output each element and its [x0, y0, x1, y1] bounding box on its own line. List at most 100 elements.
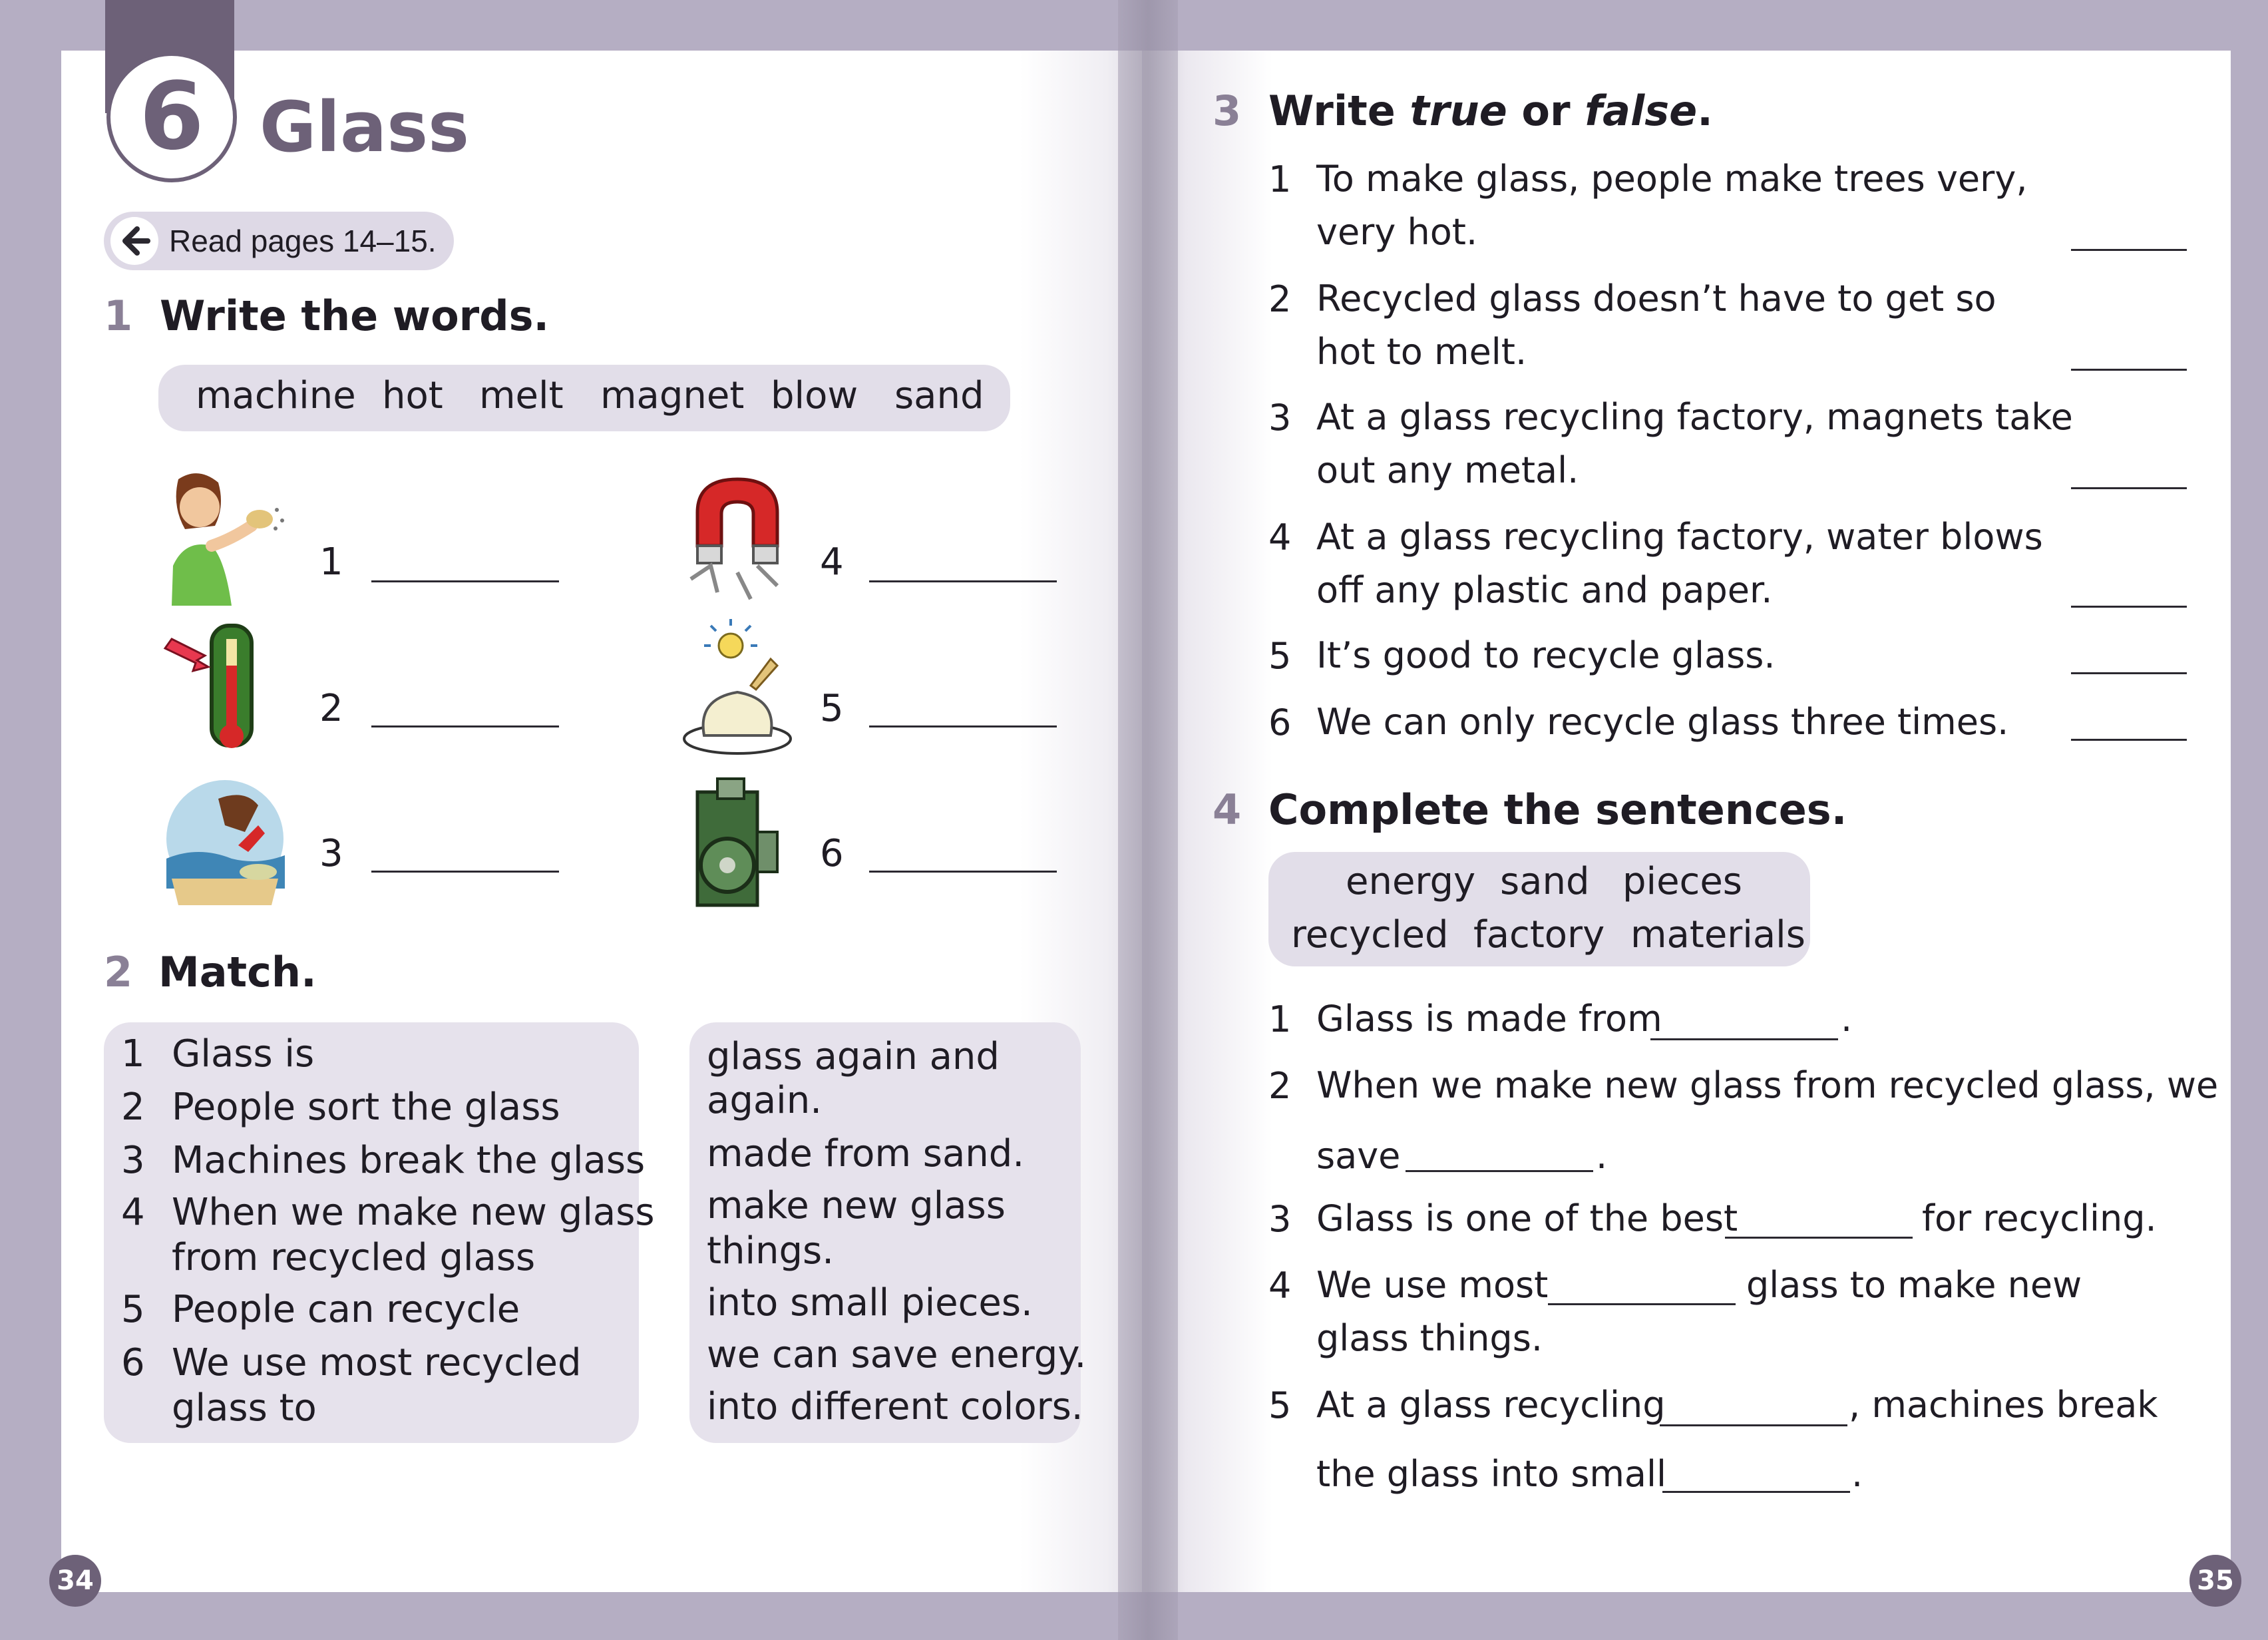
chapter-number: 6: [139, 63, 204, 171]
word-bank-item: recycled: [1291, 913, 1449, 956]
book-gutter: [1118, 0, 1178, 1640]
word-bank-item: magnet: [600, 374, 745, 417]
answer-blank[interactable]: [1406, 1170, 1593, 1172]
match-left-number: 2: [121, 1086, 145, 1129]
match-left-line: People can recycle: [172, 1288, 520, 1331]
match-right-line: into small pieces.: [707, 1281, 1033, 1325]
chapter-title: Glass: [260, 87, 469, 168]
thermometer-icon: [158, 619, 291, 759]
match-right-line: again.: [707, 1079, 823, 1122]
match-left-number: 3: [121, 1139, 145, 1182]
answer-blank[interactable]: [869, 725, 1057, 727]
item-number: 3: [1268, 1198, 1292, 1240]
sentence-text: Glass is made from: [1316, 998, 1662, 1040]
sentence-text: .: [1841, 998, 1853, 1040]
item-number: 6: [820, 832, 844, 875]
magnet-icon: [671, 466, 804, 606]
answer-blank[interactable]: [1650, 1038, 1838, 1040]
word-bank-item: pieces: [1622, 860, 1742, 903]
exercise-3-title: Write true or false.: [1268, 87, 1713, 135]
exercise-4-number: 4: [1213, 785, 1242, 834]
answer-blank[interactable]: [2071, 249, 2187, 251]
exercise-1-number: 1: [104, 292, 133, 340]
melting-sun-icon: [671, 619, 804, 759]
page-number-right: 35: [2189, 1555, 2241, 1607]
book-spread: 6 Glass Read pages 14–15. 1 Write the wo…: [0, 0, 2268, 1640]
sentence-text: , machines break: [1849, 1384, 2158, 1426]
match-left-line: We use most recycled: [172, 1341, 582, 1384]
sentence-text: We use most: [1316, 1264, 1549, 1306]
statement-line: It’s good to recycle glass.: [1316, 634, 1776, 676]
answer-blank[interactable]: [1725, 1237, 1913, 1239]
item-number: 1: [1268, 998, 1292, 1040]
statement-line: At a glass recycling factory, magnets ta…: [1316, 396, 2073, 438]
answer-blank[interactable]: [2071, 369, 2187, 371]
item-number: 5: [1268, 635, 1292, 677]
item-number: 3: [1268, 397, 1292, 439]
item-number: 2: [319, 687, 343, 730]
match-right-line: glass again and: [707, 1035, 1000, 1078]
sentence-text: for recycling.: [1922, 1197, 2157, 1239]
sentence-text: .: [1596, 1135, 1608, 1177]
sentence-text: .: [1851, 1453, 1863, 1495]
answer-blank[interactable]: [1548, 1303, 1736, 1305]
match-left-line: Machines break the glass: [172, 1139, 646, 1182]
statement-line: very hot.: [1316, 211, 1478, 253]
back-arrow-icon: [110, 217, 158, 265]
page-number-left: 34: [49, 1555, 101, 1607]
answer-blank[interactable]: [2071, 606, 2187, 608]
item-number: 5: [1268, 1384, 1292, 1426]
match-right-line: we can save energy.: [707, 1333, 1087, 1376]
answer-blank[interactable]: [869, 580, 1057, 582]
sentence-text: the glass into small: [1316, 1453, 1667, 1495]
read-pages-pill: Read pages 14–15.: [104, 212, 454, 270]
word-bank-item: sand: [1500, 860, 1590, 903]
statement-line: We can only recycle glass three times.: [1316, 701, 2009, 743]
sentence-text: glass to make new: [1746, 1264, 2082, 1306]
item-number: 2: [1268, 1065, 1292, 1107]
statement-line: out any metal.: [1316, 449, 1579, 491]
item-number: 4: [1268, 516, 1292, 558]
item-number: 6: [1268, 702, 1292, 743]
answer-blank[interactable]: [371, 580, 559, 582]
match-right-line: into different colors.: [707, 1385, 1083, 1428]
word-bank-item: melt: [479, 374, 564, 417]
sentence-text: save: [1316, 1135, 1401, 1177]
girl-blowing-sand-icon: [158, 466, 291, 606]
match-left-number: 6: [121, 1341, 145, 1384]
exercise-2-title: Match.: [158, 948, 317, 996]
item-number: 1: [319, 540, 343, 584]
answer-blank[interactable]: [2071, 487, 2187, 489]
answer-blank[interactable]: [371, 871, 559, 873]
word-bank-item: machine: [196, 374, 356, 417]
sentence-text: Glass is one of the best: [1316, 1197, 1738, 1239]
statement-line: Recycled glass doesn’t have to get so: [1316, 278, 1996, 319]
match-left-number: 5: [121, 1288, 145, 1331]
answer-blank[interactable]: [371, 725, 559, 727]
exercise-4-title: Complete the sentences.: [1268, 785, 1847, 834]
sentence-text: At a glass recycling: [1316, 1384, 1666, 1426]
read-pages-text: Read pages 14–15.: [169, 224, 437, 258]
item-number: 5: [820, 687, 844, 730]
sentence-text: glass things.: [1316, 1317, 1543, 1359]
match-left-line: When we make new glass: [172, 1191, 655, 1234]
match-left-line: glass to: [172, 1386, 317, 1430]
answer-blank[interactable]: [1660, 1424, 1847, 1426]
word-bank-item: sand: [894, 374, 984, 417]
item-number: 3: [319, 832, 343, 875]
statement-line: off any plastic and paper.: [1316, 569, 1773, 611]
item-number: 4: [820, 540, 844, 584]
match-left-number: 1: [121, 1032, 145, 1076]
match-left-line: People sort the glass: [172, 1086, 560, 1129]
exercise-3-number: 3: [1213, 87, 1242, 135]
match-right-line: things.: [707, 1229, 835, 1273]
statement-line: To make glass, people make trees very,: [1316, 158, 2028, 200]
answer-blank[interactable]: [2071, 739, 2187, 741]
match-left-line: Glass is: [172, 1032, 315, 1076]
answer-blank[interactable]: [1662, 1491, 1850, 1493]
answer-blank[interactable]: [869, 871, 1057, 873]
answer-blank[interactable]: [2071, 672, 2187, 674]
match-left-line: from recycled glass: [172, 1236, 536, 1279]
word-bank-item: materials: [1630, 913, 1805, 956]
machine-icon: [671, 772, 804, 912]
